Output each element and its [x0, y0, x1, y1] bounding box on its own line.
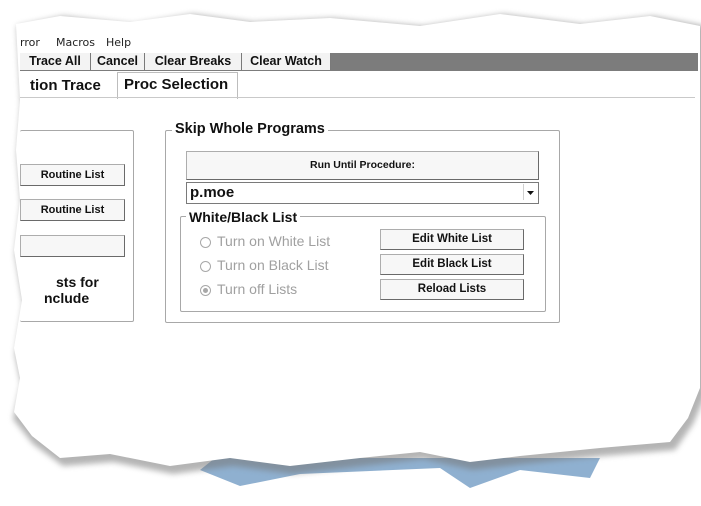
run-until-procedure-button[interactable]: Run Until Procedure: [186, 151, 539, 180]
radio-turn-off-lists-dot [200, 284, 211, 296]
tab-function-trace[interactable]: tion Trace [30, 75, 101, 97]
toolbar: Trace All Cancel Clear Breaks Clear Watc… [20, 53, 698, 71]
edit-white-list-button[interactable]: Edit White List [380, 229, 524, 250]
radio-white-list-label: Turn on White List [217, 233, 331, 249]
left-text-line2: nclude [44, 290, 90, 306]
edit-black-list-button[interactable]: Edit Black List [380, 254, 524, 275]
radio-white-list-dot [200, 236, 211, 248]
trace-all-button[interactable]: Trace All [20, 53, 91, 70]
menu-bar: rror Macros Help [20, 33, 698, 50]
clear-watch-button[interactable]: Clear Watch [242, 53, 331, 70]
routine-list-button-2[interactable]: Routine List [20, 199, 125, 221]
menu-item-macros[interactable]: Macros [56, 36, 95, 49]
menu-item-help[interactable]: Help [106, 36, 131, 49]
procedure-select[interactable]: p.moe [186, 182, 539, 204]
radio-black-list-label: Turn on Black List [217, 257, 329, 273]
radio-turn-off-lists[interactable]: Turn off Lists [200, 281, 297, 297]
white-black-title: White/Black List [186, 209, 301, 225]
menu-item-error[interactable]: rror [20, 36, 40, 49]
left-text-line1: sts for [56, 274, 99, 290]
tab-proc-selection[interactable]: Proc Selection [124, 74, 228, 96]
left-button-3[interactable] [20, 235, 125, 257]
radio-turn-off-lists-label: Turn off Lists [217, 281, 298, 297]
radio-black-list[interactable]: Turn on Black List [200, 257, 329, 273]
chevron-down-icon[interactable] [523, 184, 537, 200]
procedure-select-value: p.moe [190, 184, 235, 201]
routine-list-button-1[interactable]: Routine List [20, 164, 125, 186]
radio-black-list-dot [200, 260, 211, 272]
clear-breaks-button[interactable]: Clear Breaks [145, 53, 242, 70]
reload-lists-button[interactable]: Reload Lists [380, 279, 524, 300]
skip-programs-title: Skip Whole Programs [172, 121, 328, 137]
radio-white-list[interactable]: Turn on White List [200, 233, 330, 249]
cancel-button[interactable]: Cancel [91, 53, 145, 70]
tab-underline [20, 97, 695, 98]
